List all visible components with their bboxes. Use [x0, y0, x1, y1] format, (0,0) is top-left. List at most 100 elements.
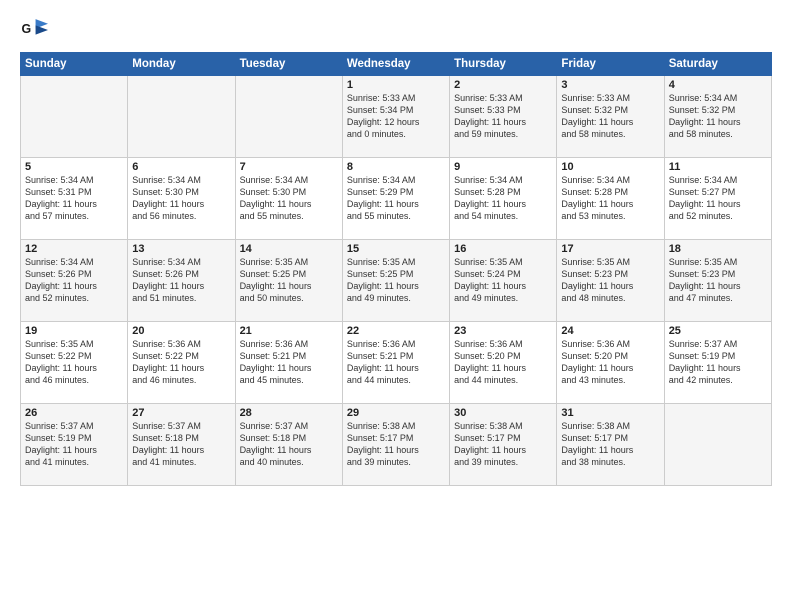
calendar-week-row: 19Sunrise: 5:35 AM Sunset: 5:22 PM Dayli…: [21, 322, 772, 404]
day-info: Sunrise: 5:37 AM Sunset: 5:19 PM Dayligh…: [669, 338, 767, 387]
calendar-cell: 28Sunrise: 5:37 AM Sunset: 5:18 PM Dayli…: [235, 404, 342, 486]
calendar-week-row: 5Sunrise: 5:34 AM Sunset: 5:31 PM Daylig…: [21, 158, 772, 240]
calendar-week-row: 12Sunrise: 5:34 AM Sunset: 5:26 PM Dayli…: [21, 240, 772, 322]
day-number: 25: [669, 325, 767, 337]
weekday-monday: Monday: [128, 53, 235, 76]
day-number: 23: [454, 325, 552, 337]
day-info: Sunrise: 5:34 AM Sunset: 5:32 PM Dayligh…: [669, 92, 767, 141]
day-number: 6: [132, 161, 230, 173]
day-number: 13: [132, 243, 230, 255]
weekday-saturday: Saturday: [664, 53, 771, 76]
calendar-cell: 4Sunrise: 5:34 AM Sunset: 5:32 PM Daylig…: [664, 76, 771, 158]
day-info: Sunrise: 5:36 AM Sunset: 5:20 PM Dayligh…: [561, 338, 659, 387]
day-number: 16: [454, 243, 552, 255]
weekday-thursday: Thursday: [450, 53, 557, 76]
day-number: 14: [240, 243, 338, 255]
day-info: Sunrise: 5:34 AM Sunset: 5:27 PM Dayligh…: [669, 174, 767, 223]
calendar-cell: 16Sunrise: 5:35 AM Sunset: 5:24 PM Dayli…: [450, 240, 557, 322]
day-info: Sunrise: 5:38 AM Sunset: 5:17 PM Dayligh…: [347, 420, 445, 469]
calendar-cell: 13Sunrise: 5:34 AM Sunset: 5:26 PM Dayli…: [128, 240, 235, 322]
day-number: 12: [25, 243, 123, 255]
weekday-wednesday: Wednesday: [342, 53, 449, 76]
day-number: 21: [240, 325, 338, 337]
day-info: Sunrise: 5:35 AM Sunset: 5:23 PM Dayligh…: [669, 256, 767, 305]
header: G: [20, 16, 772, 44]
day-info: Sunrise: 5:36 AM Sunset: 5:21 PM Dayligh…: [347, 338, 445, 387]
day-number: 26: [25, 407, 123, 419]
calendar-cell: 18Sunrise: 5:35 AM Sunset: 5:23 PM Dayli…: [664, 240, 771, 322]
day-info: Sunrise: 5:33 AM Sunset: 5:33 PM Dayligh…: [454, 92, 552, 141]
day-number: 8: [347, 161, 445, 173]
calendar-cell: 14Sunrise: 5:35 AM Sunset: 5:25 PM Dayli…: [235, 240, 342, 322]
day-info: Sunrise: 5:37 AM Sunset: 5:18 PM Dayligh…: [132, 420, 230, 469]
day-info: Sunrise: 5:33 AM Sunset: 5:32 PM Dayligh…: [561, 92, 659, 141]
day-info: Sunrise: 5:34 AM Sunset: 5:26 PM Dayligh…: [25, 256, 123, 305]
weekday-header-row: SundayMondayTuesdayWednesdayThursdayFrid…: [21, 53, 772, 76]
day-info: Sunrise: 5:38 AM Sunset: 5:17 PM Dayligh…: [454, 420, 552, 469]
logo: G: [20, 16, 52, 44]
day-info: Sunrise: 5:34 AM Sunset: 5:28 PM Dayligh…: [454, 174, 552, 223]
day-info: Sunrise: 5:33 AM Sunset: 5:34 PM Dayligh…: [347, 92, 445, 141]
calendar-cell: 7Sunrise: 5:34 AM Sunset: 5:30 PM Daylig…: [235, 158, 342, 240]
day-info: Sunrise: 5:34 AM Sunset: 5:26 PM Dayligh…: [132, 256, 230, 305]
calendar-cell: 30Sunrise: 5:38 AM Sunset: 5:17 PM Dayli…: [450, 404, 557, 486]
day-number: 7: [240, 161, 338, 173]
day-number: 20: [132, 325, 230, 337]
day-info: Sunrise: 5:35 AM Sunset: 5:22 PM Dayligh…: [25, 338, 123, 387]
day-number: 5: [25, 161, 123, 173]
calendar-cell: 19Sunrise: 5:35 AM Sunset: 5:22 PM Dayli…: [21, 322, 128, 404]
calendar-cell: 26Sunrise: 5:37 AM Sunset: 5:19 PM Dayli…: [21, 404, 128, 486]
day-number: 31: [561, 407, 659, 419]
calendar-cell: 3Sunrise: 5:33 AM Sunset: 5:32 PM Daylig…: [557, 76, 664, 158]
day-number: 1: [347, 79, 445, 91]
calendar-cell: [235, 76, 342, 158]
day-number: 9: [454, 161, 552, 173]
calendar-cell: 8Sunrise: 5:34 AM Sunset: 5:29 PM Daylig…: [342, 158, 449, 240]
day-number: 18: [669, 243, 767, 255]
day-number: 24: [561, 325, 659, 337]
day-number: 28: [240, 407, 338, 419]
day-number: 15: [347, 243, 445, 255]
day-number: 22: [347, 325, 445, 337]
calendar-cell: [128, 76, 235, 158]
day-number: 29: [347, 407, 445, 419]
calendar-cell: 24Sunrise: 5:36 AM Sunset: 5:20 PM Dayli…: [557, 322, 664, 404]
calendar-cell: 11Sunrise: 5:34 AM Sunset: 5:27 PM Dayli…: [664, 158, 771, 240]
day-info: Sunrise: 5:37 AM Sunset: 5:19 PM Dayligh…: [25, 420, 123, 469]
weekday-sunday: Sunday: [21, 53, 128, 76]
calendar-cell: 29Sunrise: 5:38 AM Sunset: 5:17 PM Dayli…: [342, 404, 449, 486]
calendar-cell: [21, 76, 128, 158]
calendar-cell: 9Sunrise: 5:34 AM Sunset: 5:28 PM Daylig…: [450, 158, 557, 240]
day-number: 4: [669, 79, 767, 91]
day-info: Sunrise: 5:34 AM Sunset: 5:28 PM Dayligh…: [561, 174, 659, 223]
calendar-week-row: 26Sunrise: 5:37 AM Sunset: 5:19 PM Dayli…: [21, 404, 772, 486]
svg-text:G: G: [22, 22, 32, 36]
day-info: Sunrise: 5:34 AM Sunset: 5:29 PM Dayligh…: [347, 174, 445, 223]
day-number: 3: [561, 79, 659, 91]
day-number: 10: [561, 161, 659, 173]
calendar-cell: 10Sunrise: 5:34 AM Sunset: 5:28 PM Dayli…: [557, 158, 664, 240]
weekday-tuesday: Tuesday: [235, 53, 342, 76]
day-info: Sunrise: 5:37 AM Sunset: 5:18 PM Dayligh…: [240, 420, 338, 469]
day-number: 19: [25, 325, 123, 337]
day-number: 11: [669, 161, 767, 173]
logo-icon: G: [20, 16, 48, 44]
calendar-cell: 2Sunrise: 5:33 AM Sunset: 5:33 PM Daylig…: [450, 76, 557, 158]
day-info: Sunrise: 5:36 AM Sunset: 5:22 PM Dayligh…: [132, 338, 230, 387]
day-info: Sunrise: 5:36 AM Sunset: 5:20 PM Dayligh…: [454, 338, 552, 387]
weekday-friday: Friday: [557, 53, 664, 76]
day-info: Sunrise: 5:35 AM Sunset: 5:23 PM Dayligh…: [561, 256, 659, 305]
day-info: Sunrise: 5:36 AM Sunset: 5:21 PM Dayligh…: [240, 338, 338, 387]
calendar-table: SundayMondayTuesdayWednesdayThursdayFrid…: [20, 52, 772, 486]
calendar-cell: 21Sunrise: 5:36 AM Sunset: 5:21 PM Dayli…: [235, 322, 342, 404]
day-number: 17: [561, 243, 659, 255]
day-info: Sunrise: 5:35 AM Sunset: 5:25 PM Dayligh…: [240, 256, 338, 305]
calendar-week-row: 1Sunrise: 5:33 AM Sunset: 5:34 PM Daylig…: [21, 76, 772, 158]
calendar-cell: 12Sunrise: 5:34 AM Sunset: 5:26 PM Dayli…: [21, 240, 128, 322]
page: G SundayMondayTuesdayWednesdayThursdayFr…: [0, 0, 792, 612]
calendar-cell: [664, 404, 771, 486]
calendar-cell: 22Sunrise: 5:36 AM Sunset: 5:21 PM Dayli…: [342, 322, 449, 404]
day-info: Sunrise: 5:34 AM Sunset: 5:31 PM Dayligh…: [25, 174, 123, 223]
day-number: 27: [132, 407, 230, 419]
day-info: Sunrise: 5:35 AM Sunset: 5:24 PM Dayligh…: [454, 256, 552, 305]
